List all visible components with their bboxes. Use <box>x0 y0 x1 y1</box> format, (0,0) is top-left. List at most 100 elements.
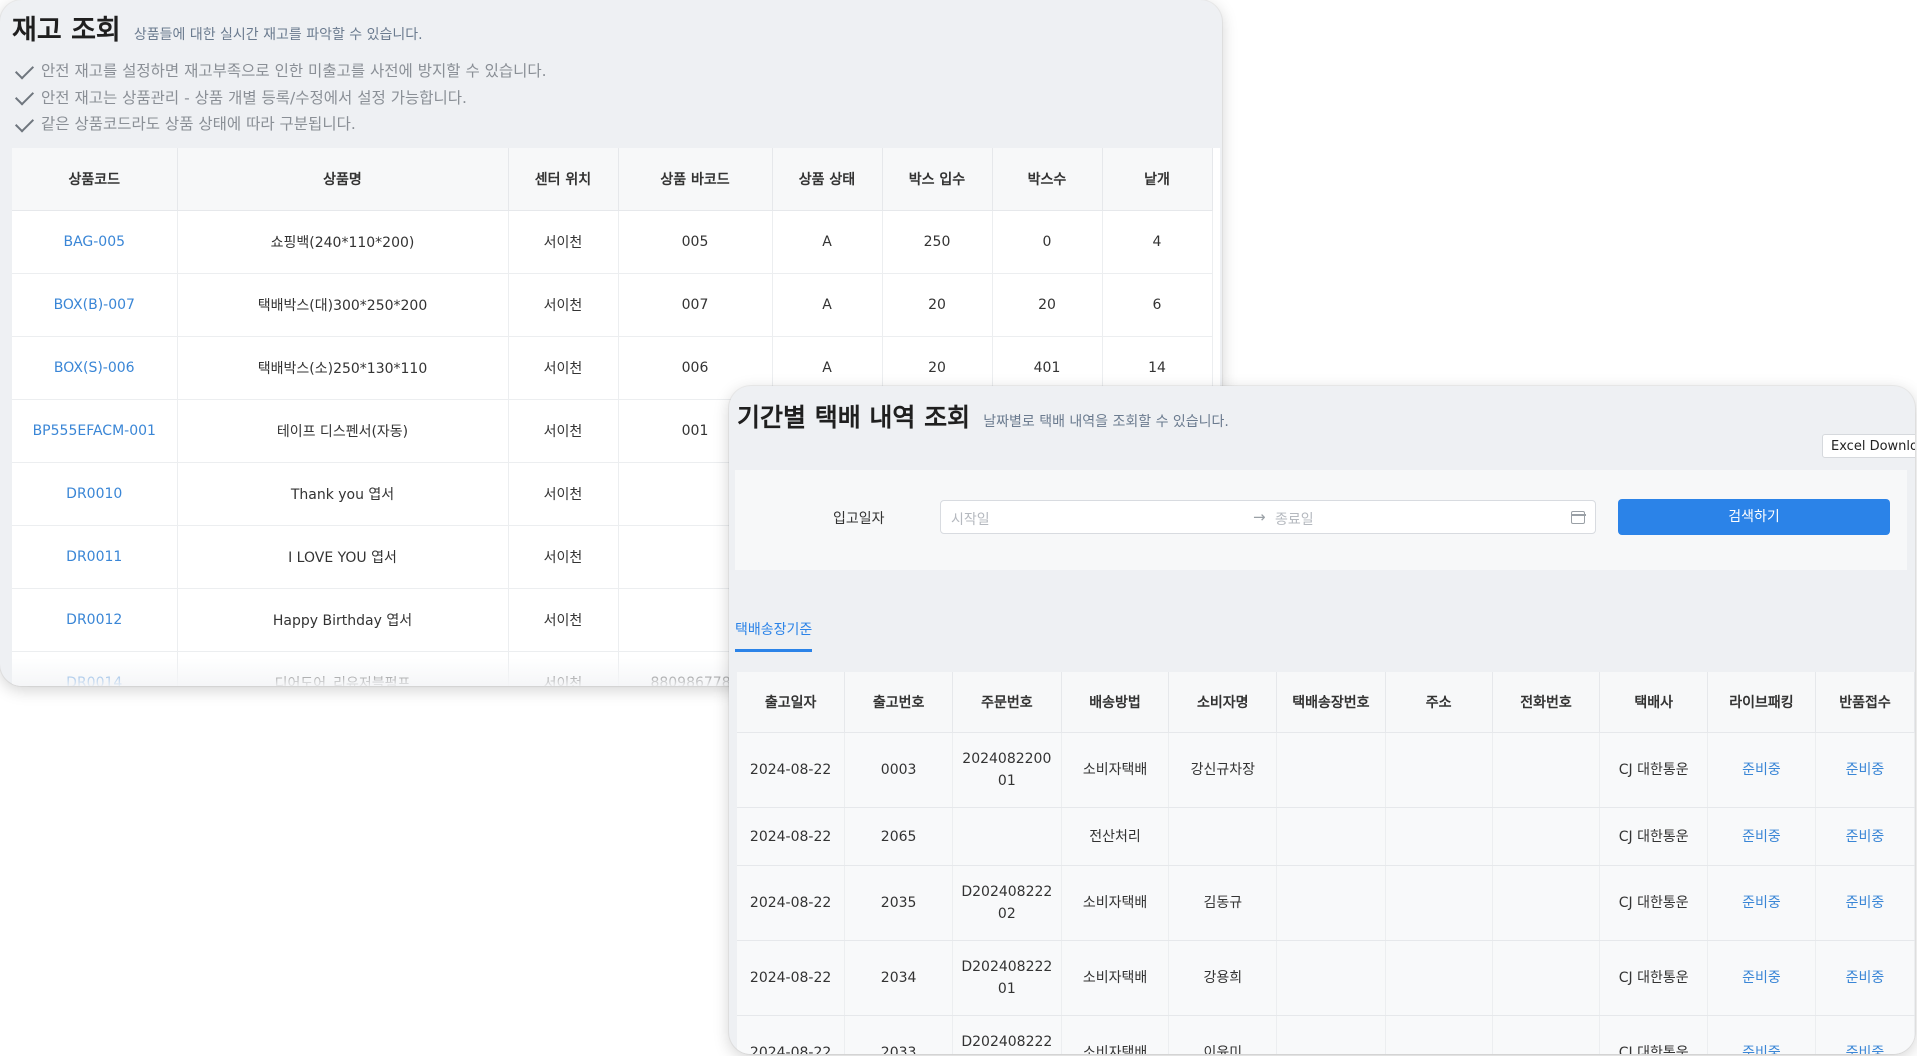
search-button[interactable]: 검색하기 <box>1618 499 1890 535</box>
notice-item: 안전 재고를 설정하면 재고부족으로 인한 미출고를 사전에 방지할 수 있습니… <box>14 58 547 85</box>
table-row[interactable]: 2024-08-22 2065 전산처리 CJ 대한통운 준비중 준비중 <box>737 807 1915 866</box>
status-link[interactable]: 준비중 <box>1707 865 1816 941</box>
table-cell: 2024-08-22 <box>737 1015 846 1054</box>
table-cell: Thank you 엽서 <box>177 462 509 526</box>
column-header[interactable]: 출고일자 <box>737 672 846 733</box>
column-header[interactable]: 주문번호 <box>952 672 1062 733</box>
table-cell: 2033 <box>844 1015 953 1054</box>
product-code-link[interactable]: BOX(S)-006 <box>12 336 178 400</box>
table-row[interactable]: 2024-08-22 2035 D202408222 02 소비자택배 김동규 CJ 대한통… <box>737 865 1915 941</box>
table-cell <box>1276 732 1386 808</box>
order-number-line: D202408222 <box>961 884 1053 900</box>
table-cell: 서이천 <box>508 336 619 400</box>
status-link[interactable]: 준비중 <box>1707 807 1816 866</box>
column-header[interactable]: 상품 상태 <box>772 148 883 211</box>
column-header[interactable]: 박스수 <box>992 148 1103 211</box>
column-header[interactable]: 배송방법 <box>1061 672 1170 733</box>
table-cell: 2065 <box>844 807 953 866</box>
table-cell: 20 <box>992 273 1103 337</box>
table-cell <box>1492 732 1601 808</box>
table-cell: 이윤미 <box>1168 1015 1278 1054</box>
table-cell: D202408222 02 <box>952 865 1062 941</box>
page-title: 재고 조회 <box>12 15 121 46</box>
calendar-icon[interactable] <box>1570 511 1586 524</box>
column-header[interactable]: 전화번호 <box>1492 672 1601 733</box>
table-row[interactable]: 2024-08-22 0003 2024082200 01 소비자택배 강신규차장 CJ 대… <box>737 732 1915 808</box>
table-cell: Happy Birthday 엽서 <box>177 588 509 652</box>
table-cell: 디어도어_리유저블펌프 <box>177 651 509 686</box>
table-cell <box>1385 807 1493 866</box>
delivery-header: 기간별 택배 내역 조회 날짜별로 택배 내역을 조회할 수 있습니다. <box>737 398 1229 434</box>
table-cell <box>1168 807 1278 866</box>
product-code-link[interactable]: DR0014 <box>12 651 178 686</box>
column-header[interactable]: 상품 바코드 <box>618 148 773 211</box>
table-cell: CJ 대한통운 <box>1599 940 1708 1016</box>
table-cell <box>1276 865 1386 941</box>
status-link[interactable]: 준비중 <box>1815 940 1915 1016</box>
table-cell: 2024-08-22 <box>737 940 846 1016</box>
column-header[interactable]: 반품접수 <box>1815 672 1915 733</box>
table-row[interactable]: 2024-08-22 2034 D202408222 01 소비자택배 강용희 CJ 대한통… <box>737 940 1915 1016</box>
product-code-link[interactable]: DR0011 <box>12 525 178 589</box>
start-date-input[interactable]: 시작일 <box>951 509 990 529</box>
table-cell <box>1276 940 1386 1016</box>
status-link[interactable]: 준비중 <box>1707 1015 1816 1054</box>
check-icon <box>14 59 35 80</box>
order-number-line: D202408222 <box>961 1034 1053 1050</box>
table-row[interactable]: 2024-08-222033 D202408222 00소비자택배이윤미 CJ 대한통… <box>737 1015 1915 1054</box>
filter-box: 입고일자 시작일 → 종료일 검색하기 <box>735 470 1907 570</box>
column-header[interactable]: 상품명 <box>177 148 509 211</box>
product-code-link[interactable]: DR0012 <box>12 588 178 652</box>
table-cell: 전산처리 <box>1061 807 1170 866</box>
column-header[interactable]: 센터 위치 <box>508 148 619 211</box>
status-link[interactable]: 준비중 <box>1707 940 1816 1016</box>
column-header[interactable]: 택배송장번호 <box>1276 672 1386 733</box>
status-link[interactable]: 준비중 <box>1815 865 1915 941</box>
column-header[interactable]: 소비자명 <box>1168 672 1278 733</box>
notice-text: 안전 재고를 설정하면 재고부족으로 인한 미출고를 사전에 방지할 수 있습니… <box>41 62 547 80</box>
table-row[interactable]: BOX(B)-007 택배박스(대)300*250*200 서이천 007 A 20 20 6 <box>12 273 1213 337</box>
delivery-table: 출고일자 출고번호 주문번호 배송방법 소비자명 택배송장번호 주소 전화번호 택배사 라이브패킹… <box>737 672 1915 1054</box>
delivery-table-container[interactable]: 출고일자 출고번호 주문번호 배송방법 소비자명 택배송장번호 주소 전화번호 택배사 라이브패킹… <box>737 672 1915 1054</box>
date-range-picker[interactable]: 시작일 → 종료일 <box>940 500 1596 534</box>
status-link[interactable]: 준비중 <box>1815 1015 1915 1054</box>
column-header[interactable]: 상품코드 <box>12 148 178 211</box>
notice-item: 같은 상품코드라도 상품 상태에 따라 구분됩니다. <box>14 111 547 138</box>
table-cell <box>952 807 1062 866</box>
excel-download-button[interactable]: Excel Download <box>1822 434 1915 458</box>
page-subtitle: 날짜별로 택배 내역을 조회할 수 있습니다. <box>983 414 1229 430</box>
table-cell: 2035 <box>844 865 953 941</box>
end-date-input[interactable]: 종료일 <box>1275 509 1314 529</box>
status-link[interactable]: 준비중 <box>1815 732 1915 808</box>
table-cell: CJ 대한통운 <box>1599 732 1708 808</box>
table-cell: 소비자택배 <box>1061 940 1170 1016</box>
product-code-link[interactable]: DR0010 <box>12 462 178 526</box>
table-cell: 6 <box>1102 273 1213 337</box>
status-link[interactable]: 준비중 <box>1815 807 1915 866</box>
table-cell: CJ 대한통운 <box>1599 1015 1708 1054</box>
column-header[interactable]: 박스 입수 <box>882 148 993 211</box>
tab-invoice-basis[interactable]: 택배송장기준 <box>735 619 813 652</box>
column-header[interactable]: 낱개 <box>1102 148 1213 211</box>
table-cell: 소비자택배 <box>1061 732 1170 808</box>
table-cell: D202408222 01 <box>952 940 1062 1016</box>
table-cell: 택배박스(대)300*250*200 <box>177 273 509 337</box>
table-cell: 서이천 <box>508 588 619 652</box>
order-number-line: 01 <box>997 773 1016 789</box>
status-link[interactable]: 준비중 <box>1707 732 1816 808</box>
table-cell: 서이천 <box>508 525 619 589</box>
column-header[interactable]: 주소 <box>1385 672 1493 733</box>
notice-item: 안전 재고는 상품관리 - 상품 개별 등록/수정에서 설정 가능합니다. <box>14 85 547 112</box>
column-header[interactable]: 출고번호 <box>844 672 953 733</box>
product-code-link[interactable]: BOX(B)-007 <box>12 273 178 337</box>
table-row[interactable]: BAG-005 쇼핑백(240*110*200) 서이천 005 A 250 0 4 <box>12 210 1213 274</box>
product-code-link[interactable]: BAG-005 <box>12 210 178 274</box>
table-cell: 20 <box>882 273 993 337</box>
page-subtitle: 상품들에 대한 실시간 재고를 파악할 수 있습니다. <box>133 27 423 43</box>
table-cell: 김동규 <box>1168 865 1278 941</box>
table-cell: 2024-08-22 <box>737 865 846 941</box>
column-header[interactable]: 택배사 <box>1599 672 1708 733</box>
table-cell: 0 <box>992 210 1103 274</box>
column-header[interactable]: 라이브패킹 <box>1707 672 1816 733</box>
product-code-link[interactable]: BP555EFACM-001 <box>12 399 178 463</box>
